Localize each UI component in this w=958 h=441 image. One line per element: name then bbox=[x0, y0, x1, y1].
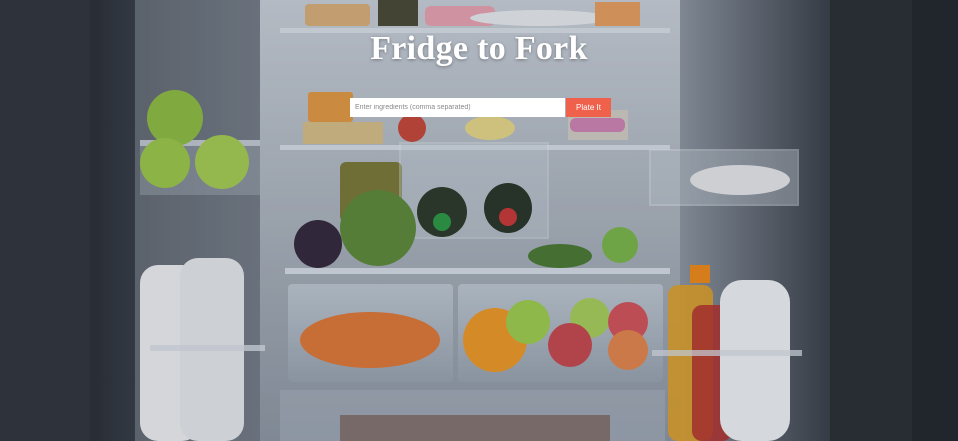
ingredient-search-form: Plate It bbox=[350, 98, 611, 117]
app-title: Fridge to Fork bbox=[370, 30, 588, 67]
ingredients-input[interactable] bbox=[350, 98, 565, 117]
app-root: Fridge to Fork Plate It bbox=[0, 0, 958, 441]
plate-it-button[interactable]: Plate It bbox=[566, 98, 611, 117]
